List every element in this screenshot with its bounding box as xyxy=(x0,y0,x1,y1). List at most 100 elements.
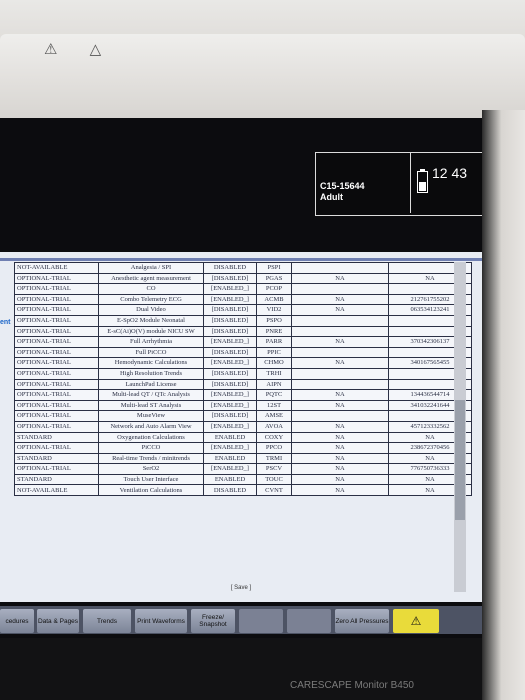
cell-status: OPTIONAL-TRIAL xyxy=(14,463,99,475)
cell-key1 xyxy=(291,346,389,359)
print-waveforms-button[interactable]: Print Waveforms xyxy=(135,609,187,633)
cell-status: NOT-AVAILABLE xyxy=(14,484,99,497)
cell-code: CHMO xyxy=(256,357,292,369)
cell-key1: NA xyxy=(291,272,389,285)
cell-status: OPTIONAL-TRIAL xyxy=(14,314,99,327)
cell-key1 xyxy=(291,378,389,391)
cell-function: E-SpO2 Module Neonatal xyxy=(98,314,204,327)
cell-key1: NA xyxy=(291,431,389,444)
cell-function: Ventilation Calculations xyxy=(98,484,204,497)
cell-state: [DISABLED] xyxy=(203,378,257,391)
cell-code: PQTC xyxy=(256,389,292,401)
cell-status: STANDARD xyxy=(14,452,99,465)
cell-status: OPTIONAL-TRIAL xyxy=(14,325,99,338)
patient-category: Adult xyxy=(320,192,343,202)
cell-key1: NA xyxy=(291,304,389,316)
scrollbar-thumb[interactable] xyxy=(455,400,465,520)
cell-state: [DISABLED] xyxy=(203,314,257,327)
cell-state: [DISABLED] xyxy=(203,325,257,338)
cell-function: Multi-lead QT / QTc Analysis xyxy=(98,389,204,401)
table-row: STANDARD Real-time Trends / minitrends ENA… xyxy=(14,452,472,465)
cell-state: [ENABLED_] xyxy=(203,357,257,369)
monitor-lower-bezel xyxy=(0,638,500,700)
cell-function: CO xyxy=(98,283,204,295)
cell-code: PCOP xyxy=(256,283,292,295)
data-pages-button[interactable]: Data & Pages xyxy=(37,609,79,633)
cell-code: COXY xyxy=(256,431,292,444)
procedures-button[interactable]: cedures xyxy=(0,609,34,633)
cell-function: SerO2 xyxy=(98,463,204,475)
freeze-snapshot-button[interactable]: Freeze/ Snapshot xyxy=(191,609,235,633)
cell-code: TRHI xyxy=(256,367,292,380)
table-row: OPTIONAL-TRIAL Anesthetic agent measureme… xyxy=(14,272,472,285)
cell-status: NOT-AVAILABLE xyxy=(14,262,99,274)
cell-status: OPTIONAL-TRIAL xyxy=(14,272,99,285)
table-row: NOT-AVAILABLE Ventilation Calculations DIS… xyxy=(14,484,472,497)
save-link[interactable]: [ Save ] xyxy=(0,585,482,591)
cell-code: AMSE xyxy=(256,410,292,422)
cell-key1: NA xyxy=(291,336,389,348)
patient-status-box[interactable]: C15-15644 Adult 12 43 xyxy=(315,152,491,216)
status-divider xyxy=(410,153,411,213)
panel-header-rule xyxy=(0,258,482,261)
cell-code: PPCO xyxy=(256,442,292,454)
cell-function: Dual Video xyxy=(98,304,204,316)
alarm-silence-icon[interactable]: ⚠︎ xyxy=(393,609,439,633)
cell-key1: NA xyxy=(291,452,389,465)
cell-state: [ENABLED_] xyxy=(203,293,257,306)
zero-all-pressures-button[interactable]: Zero All Pressures xyxy=(335,609,389,633)
cell-status: OPTIONAL-TRIAL xyxy=(14,336,99,348)
cell-function: MuseView xyxy=(98,410,204,422)
cell-key1 xyxy=(291,325,389,338)
cell-key1: NA xyxy=(291,357,389,369)
cell-code: PSPI xyxy=(256,262,292,274)
alarm-indicator-icons: ⚠︎ △ xyxy=(44,41,116,58)
cell-function: High Resolution Trends xyxy=(98,367,204,380)
table-row: OPTIONAL-TRIAL Multi-lead QT / QTc Analys… xyxy=(14,389,472,401)
patient-id: C15-15644 xyxy=(320,181,365,191)
cell-function: PiCCO xyxy=(98,442,204,454)
cell-key1 xyxy=(291,262,389,274)
cell-key1 xyxy=(291,314,389,327)
cell-state: [ENABLED_] xyxy=(203,336,257,348)
cell-status: OPTIONAL-TRIAL xyxy=(14,357,99,369)
cell-state: [DISABLED] xyxy=(203,410,257,422)
cell-code: TOUC xyxy=(256,473,292,486)
cell-code: 12ST xyxy=(256,399,292,412)
monitor-right-bezel xyxy=(482,110,525,700)
table-row: OPTIONAL-TRIAL Dual Video [DISABLED] VID2 NA… xyxy=(14,304,472,316)
cell-state: ENABLED xyxy=(203,452,257,465)
cell-function: Network and Auto Alarm View xyxy=(98,420,204,433)
software-options-table: NOT-AVAILABLE Analgesia / SPI DISABLED PSPI… xyxy=(14,262,472,497)
cell-code: CVNT xyxy=(256,484,292,497)
cell-key1: NA xyxy=(291,389,389,401)
cell-state: [DISABLED] xyxy=(203,304,257,316)
cell-function: Combo Telemetry ECG xyxy=(98,293,204,306)
disabled-button-1[interactable] xyxy=(239,609,283,633)
cell-function: Touch User Interface xyxy=(98,473,204,486)
cell-code: PNRE xyxy=(256,325,292,338)
table-row: OPTIONAL-TRIAL CO [ENABLED_] PCOP xyxy=(14,283,472,295)
patient-info: C15-15644 Adult xyxy=(320,181,365,203)
cell-state: [ENABLED_] xyxy=(203,399,257,412)
cell-state: [ENABLED_] xyxy=(203,463,257,475)
table-row: OPTIONAL-TRIAL Full PiCCO [DISABLED] PPIC xyxy=(14,346,472,359)
cell-state: [DISABLED] xyxy=(203,346,257,359)
cell-state: ENABLED xyxy=(203,431,257,444)
cell-status: OPTIONAL-TRIAL xyxy=(14,346,99,359)
cell-key1 xyxy=(291,367,389,380)
cell-function: Multi-lead ST Analysis xyxy=(98,399,204,412)
cell-state: [ENABLED_] xyxy=(203,389,257,401)
cell-state: DISABLED xyxy=(203,262,257,274)
cell-status: STANDARD xyxy=(14,431,99,444)
trends-button[interactable]: Trends xyxy=(83,609,131,633)
cell-function: Real-time Trends / minitrends xyxy=(98,452,204,465)
table-row: OPTIONAL-TRIAL MuseView [DISABLED] AMSE xyxy=(14,410,472,422)
cell-key1: NA xyxy=(291,399,389,412)
table-row: OPTIONAL-TRIAL SerO2 [ENABLED_] PSCV NA 77675… xyxy=(14,463,472,475)
cell-code: PSCV xyxy=(256,463,292,475)
table-row: OPTIONAL-TRIAL Combo Telemetry ECG [ENABLE… xyxy=(14,293,472,306)
cell-status: OPTIONAL-TRIAL xyxy=(14,283,99,295)
disabled-button-2[interactable] xyxy=(287,609,331,633)
cell-function: E-sC(Ai)O(V) module NICU SW xyxy=(98,325,204,338)
